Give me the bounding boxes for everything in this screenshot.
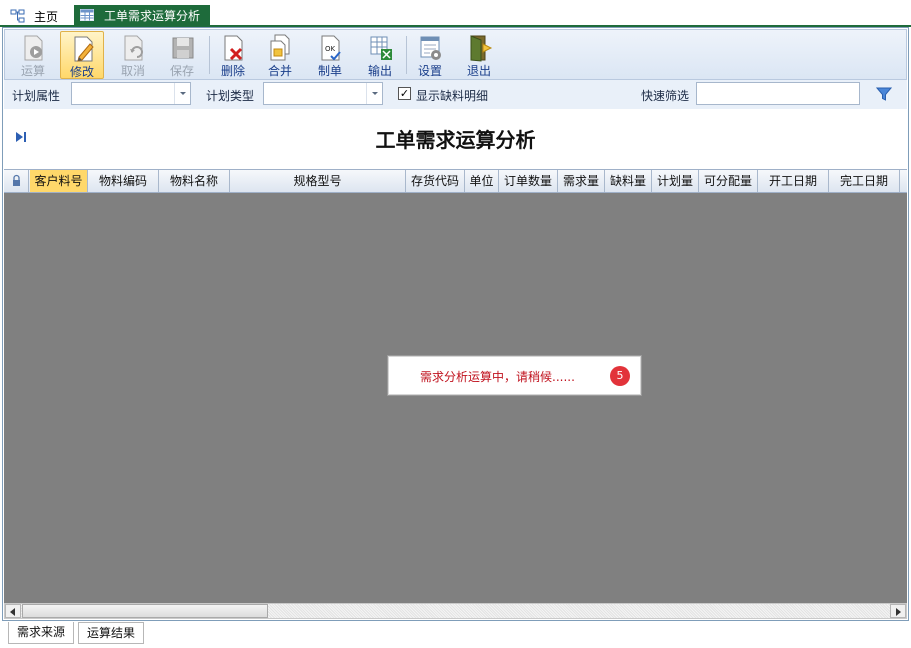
plan-type-label: 计划类型: [206, 89, 255, 103]
export-label: 输出: [367, 64, 392, 78]
scroll-thumb[interactable]: [22, 604, 268, 618]
tab-demand-source[interactable]: 需求来源: [8, 622, 75, 644]
progress-counter-badge: 5: [610, 366, 630, 386]
horizontal-scrollbar[interactable]: [4, 603, 907, 619]
tab-demand-analysis-label: 工单需求运算分析: [104, 9, 201, 23]
bottom-tab-bar: 需求来源 运算结果: [0, 620, 911, 648]
quick-filter-label: 快速筛选: [641, 89, 690, 103]
calculate-icon: [21, 34, 47, 62]
merge-icon: [268, 34, 294, 62]
column-header-allocatable-qty[interactable]: 可分配量: [699, 170, 758, 192]
svg-text:OK: OK: [325, 45, 336, 53]
tab-calc-result[interactable]: 运算结果: [78, 622, 145, 644]
toolbar-separator: [406, 36, 407, 74]
column-header-order-qty[interactable]: 订单数量: [499, 170, 558, 192]
save-icon: [170, 34, 196, 62]
merge-label: 合并: [267, 64, 292, 78]
progress-message: 需求分析运算中，请稍候......: [420, 370, 575, 384]
chevron-down-icon[interactable]: [174, 83, 190, 104]
page-title: 工单需求运算分析: [375, 128, 536, 152]
export-excel-icon: [368, 34, 394, 62]
edit-icon: [71, 35, 97, 63]
delete-icon: [221, 34, 247, 62]
cancel-label: 取消: [120, 64, 145, 78]
chevron-down-icon[interactable]: [366, 83, 382, 104]
settings-label: 设置: [417, 64, 442, 78]
merge-button[interactable]: 合并: [258, 31, 302, 79]
show-shortage-label: 显示缺料明细: [416, 89, 489, 103]
delete-button[interactable]: 删除: [211, 31, 255, 79]
title-area: 工单需求运算分析: [4, 109, 907, 169]
save-label: 保存: [169, 64, 194, 78]
create-order-icon: OK: [318, 34, 344, 62]
export-button[interactable]: 输出: [358, 31, 402, 79]
delete-label: 删除: [220, 64, 245, 78]
tab-home[interactable]: 主页: [10, 5, 58, 27]
tab-home-label: 主页: [34, 9, 59, 24]
column-header-spec-model[interactable]: 规格型号: [230, 170, 406, 192]
grid-icon: [80, 8, 96, 23]
cancel-icon: [121, 34, 147, 62]
grid-header: 客户料号 物料编码 物料名称 规格型号 存货代码 单位 订单数量 需求量 缺料量…: [4, 169, 907, 193]
column-header-start-date[interactable]: 开工日期: [758, 170, 829, 192]
edit-button[interactable]: 修改: [60, 31, 104, 79]
show-shortage-checkbox[interactable]: ✓: [398, 87, 411, 100]
plan-type-select[interactable]: [263, 82, 383, 105]
toolbar: 运算 修改 取消 保存 删除 合并 OK 制单 输出 设置 退出: [4, 29, 907, 80]
plan-attr-select[interactable]: [71, 82, 191, 105]
settings-button[interactable]: 设置: [408, 31, 452, 79]
column-header-finish-date[interactable]: 完工日期: [829, 170, 900, 192]
tab-demand-analysis[interactable]: 工单需求运算分析: [74, 5, 210, 26]
create-order-button[interactable]: OK 制单: [308, 31, 352, 79]
progress-dialog: 需求分析运算中，请稍候...... 5: [387, 355, 642, 396]
calculate-label: 运算: [20, 64, 45, 78]
filter-bar: 计划属性 计划类型 ✓ 显示缺料明细 快速筛选: [4, 80, 907, 109]
column-header-material-name[interactable]: 物料名称: [159, 170, 230, 192]
cancel-button[interactable]: 取消: [111, 31, 155, 79]
exit-label: 退出: [466, 64, 491, 78]
settings-icon: [418, 34, 444, 62]
calculate-button[interactable]: 运算: [11, 31, 55, 79]
toolbar-separator: [209, 36, 210, 74]
scroll-left-arrow-icon[interactable]: [5, 604, 21, 618]
save-button[interactable]: 保存: [160, 31, 204, 79]
column-header-unit[interactable]: 单位: [465, 170, 499, 192]
quick-filter-input[interactable]: [696, 82, 860, 105]
lock-icon[interactable]: [4, 170, 29, 192]
column-header-shortage-qty[interactable]: 缺料量: [605, 170, 652, 192]
filter-funnel-icon[interactable]: [875, 86, 893, 102]
exit-button[interactable]: 退出: [457, 31, 501, 79]
scroll-right-arrow-icon[interactable]: [890, 604, 906, 618]
exit-icon: [467, 34, 493, 62]
edit-label: 修改: [69, 65, 94, 79]
create-order-label: 制单: [317, 64, 342, 78]
plan-attr-label: 计划属性: [12, 89, 61, 103]
grid-body[interactable]: [4, 193, 907, 603]
document-tab-bar: 主页 工单需求运算分析: [0, 0, 911, 27]
sitemap-icon: [10, 9, 26, 23]
column-header-material-code[interactable]: 物料编码: [88, 170, 159, 192]
column-header-customer-part-no[interactable]: 客户料号: [30, 170, 88, 192]
column-header-plan-qty[interactable]: 计划量: [652, 170, 699, 192]
column-header-demand-qty[interactable]: 需求量: [558, 170, 605, 192]
column-header-stock-code[interactable]: 存货代码: [406, 170, 465, 192]
